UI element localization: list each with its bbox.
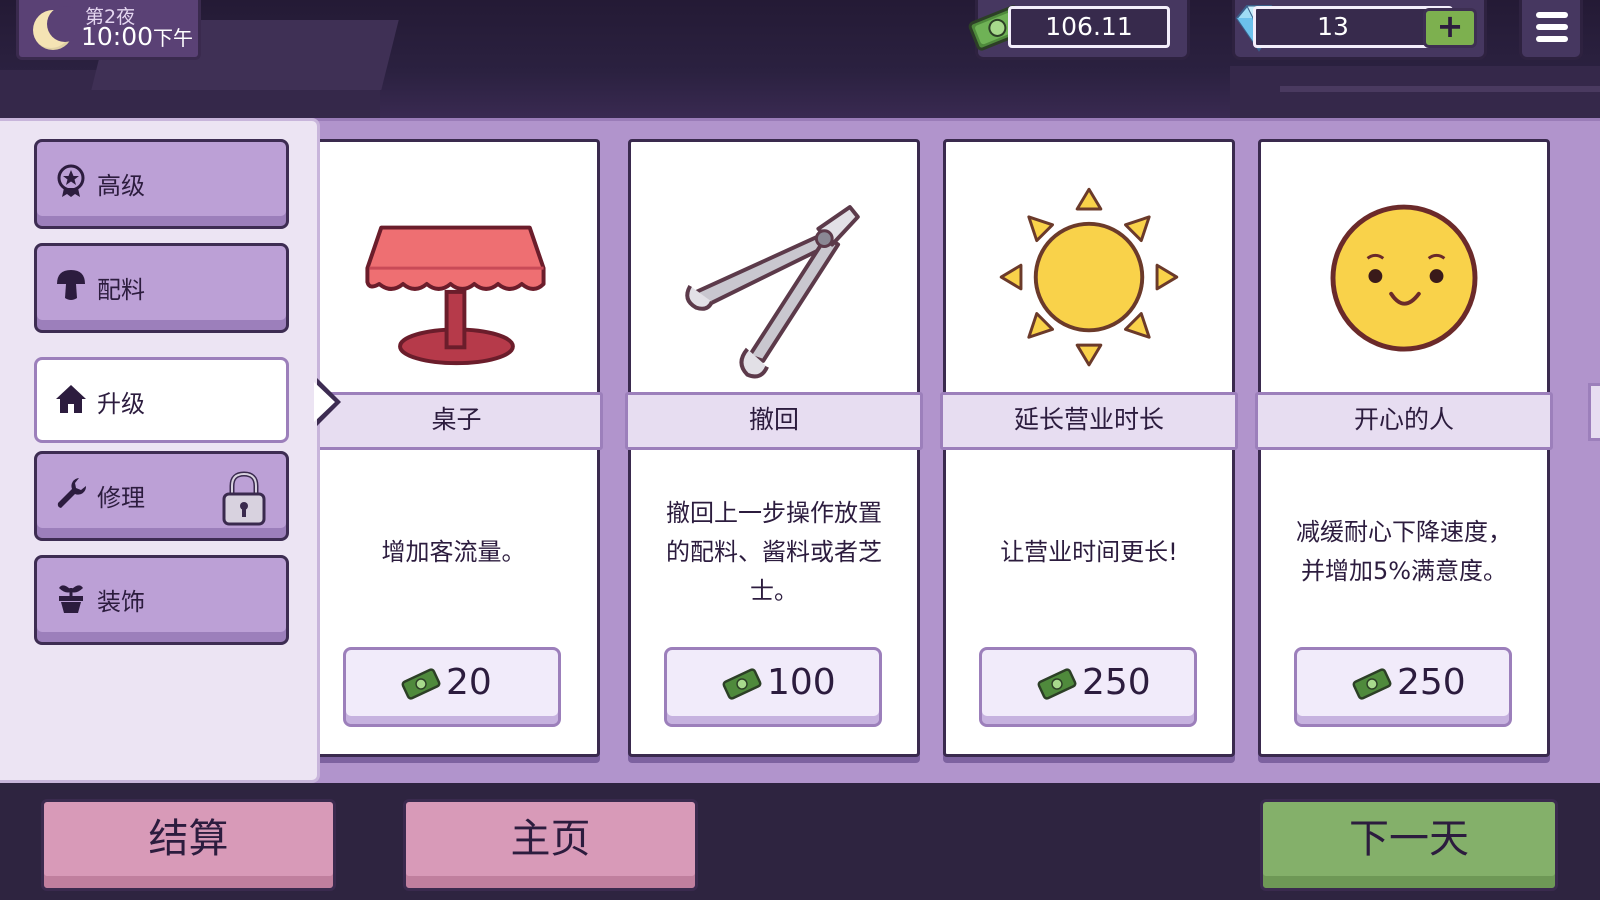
active-tab-pointer-fill <box>314 382 335 422</box>
settle-button[interactable]: 结算 <box>41 799 336 891</box>
cash-icon <box>1037 668 1077 700</box>
buy-undo-button[interactable]: 100 <box>664 647 882 727</box>
badge-star-icon <box>57 164 85 197</box>
sun-icon <box>999 187 1179 367</box>
card-title: 桌子 <box>310 392 603 450</box>
lock-icon <box>222 471 266 526</box>
buy-table-button[interactable]: 20 <box>343 647 561 727</box>
price-value: 100 <box>767 662 836 703</box>
sidebar-item-toppings[interactable]: 配料 <box>34 243 289 333</box>
moon-icon <box>33 6 83 50</box>
cash-counter: 106.11 <box>968 0 1190 60</box>
upgrade-card-undo[interactable]: 撤回 撤回上一步操作放置的配料、酱料或者芝士。 100 <box>625 139 923 757</box>
price-value: 20 <box>446 662 492 703</box>
buy-happy-people-button[interactable]: 250 <box>1294 647 1512 727</box>
upgrade-card-table[interactable]: 桌子 增加客流量。 20 <box>310 139 603 757</box>
upgrade-card-area: 桌子 增加客流量。 20 撤回 撤回上一步操作放置的配料、酱料或者芝士。 100… <box>310 118 1600 783</box>
background-roof-ledge <box>1280 86 1600 92</box>
home-button[interactable]: 主页 <box>403 799 698 891</box>
upgrade-card-extend-hours[interactable]: 延长营业时长 让营业时间更长! 250 <box>940 139 1238 757</box>
home-icon <box>56 385 86 413</box>
sidebar-item-decor[interactable]: 装饰 <box>34 555 289 645</box>
background-roof <box>1230 66 1600 120</box>
category-sidebar: 高级 配料 升级 修理 装饰 <box>0 118 320 783</box>
cash-amount: 106.11 <box>1008 6 1170 48</box>
sidebar-item-label: 升级 <box>97 390 145 418</box>
cash-icon <box>401 668 441 700</box>
menu-icon-bar <box>1536 12 1568 18</box>
clock-time: 10:00下午 <box>81 22 194 51</box>
buy-extend-hours-button[interactable]: 250 <box>979 647 1197 727</box>
cash-icon <box>722 668 762 700</box>
next-day-button[interactable]: 下一天 <box>1260 799 1558 891</box>
price-value: 250 <box>1397 662 1466 703</box>
hamburger-menu-button[interactable] <box>1519 0 1583 60</box>
potted-plant-icon <box>59 585 83 613</box>
menu-icon-bar <box>1536 24 1568 30</box>
sidebar-item-label: 高级 <box>97 172 145 200</box>
upgrade-card-happy-people[interactable]: 开心的人 减缓耐心下降速度，并增加5%满意度。 250 <box>1255 139 1553 757</box>
gem-counter: 13 + <box>1232 0 1487 60</box>
next-card-peek <box>1588 383 1600 441</box>
card-title: 撤回 <box>625 392 923 450</box>
sidebar-item-label: 修理 <box>97 484 145 512</box>
menu-icon-bar <box>1536 36 1568 42</box>
table-icon <box>365 225 546 366</box>
wrench-icon <box>57 478 87 508</box>
card-description: 撤回上一步操作放置的配料、酱料或者芝士。 <box>666 498 882 605</box>
buy-gems-button[interactable]: + <box>1423 8 1477 48</box>
sidebar-item-upgrades[interactable]: 升级 <box>34 357 289 443</box>
top-bar: 第2夜 10:00下午 106.11 13 + <box>0 0 1600 120</box>
smiley-icon <box>1330 204 1478 352</box>
sidebar-item-label: 装饰 <box>97 588 145 616</box>
card-description: 减缓耐心下降速度，并增加5%满意度。 <box>1296 518 1512 585</box>
cash-icon <box>1352 668 1392 700</box>
bottom-bar: 结算 主页 下一天 <box>0 783 1600 900</box>
card-description: 增加客流量。 <box>381 537 526 566</box>
tongs-icon <box>685 205 860 379</box>
card-title: 延长营业时长 <box>940 392 1238 450</box>
sidebar-item-repair[interactable]: 修理 <box>34 451 289 541</box>
card-description: 让营业时间更长! <box>1000 537 1178 566</box>
price-value: 250 <box>1082 662 1151 703</box>
mushroom-icon <box>57 270 85 300</box>
day-time-panel: 第2夜 10:00下午 <box>16 0 201 60</box>
card-title: 开心的人 <box>1255 392 1553 450</box>
sidebar-item-premium[interactable]: 高级 <box>34 139 289 229</box>
sidebar-item-label: 配料 <box>97 276 145 304</box>
